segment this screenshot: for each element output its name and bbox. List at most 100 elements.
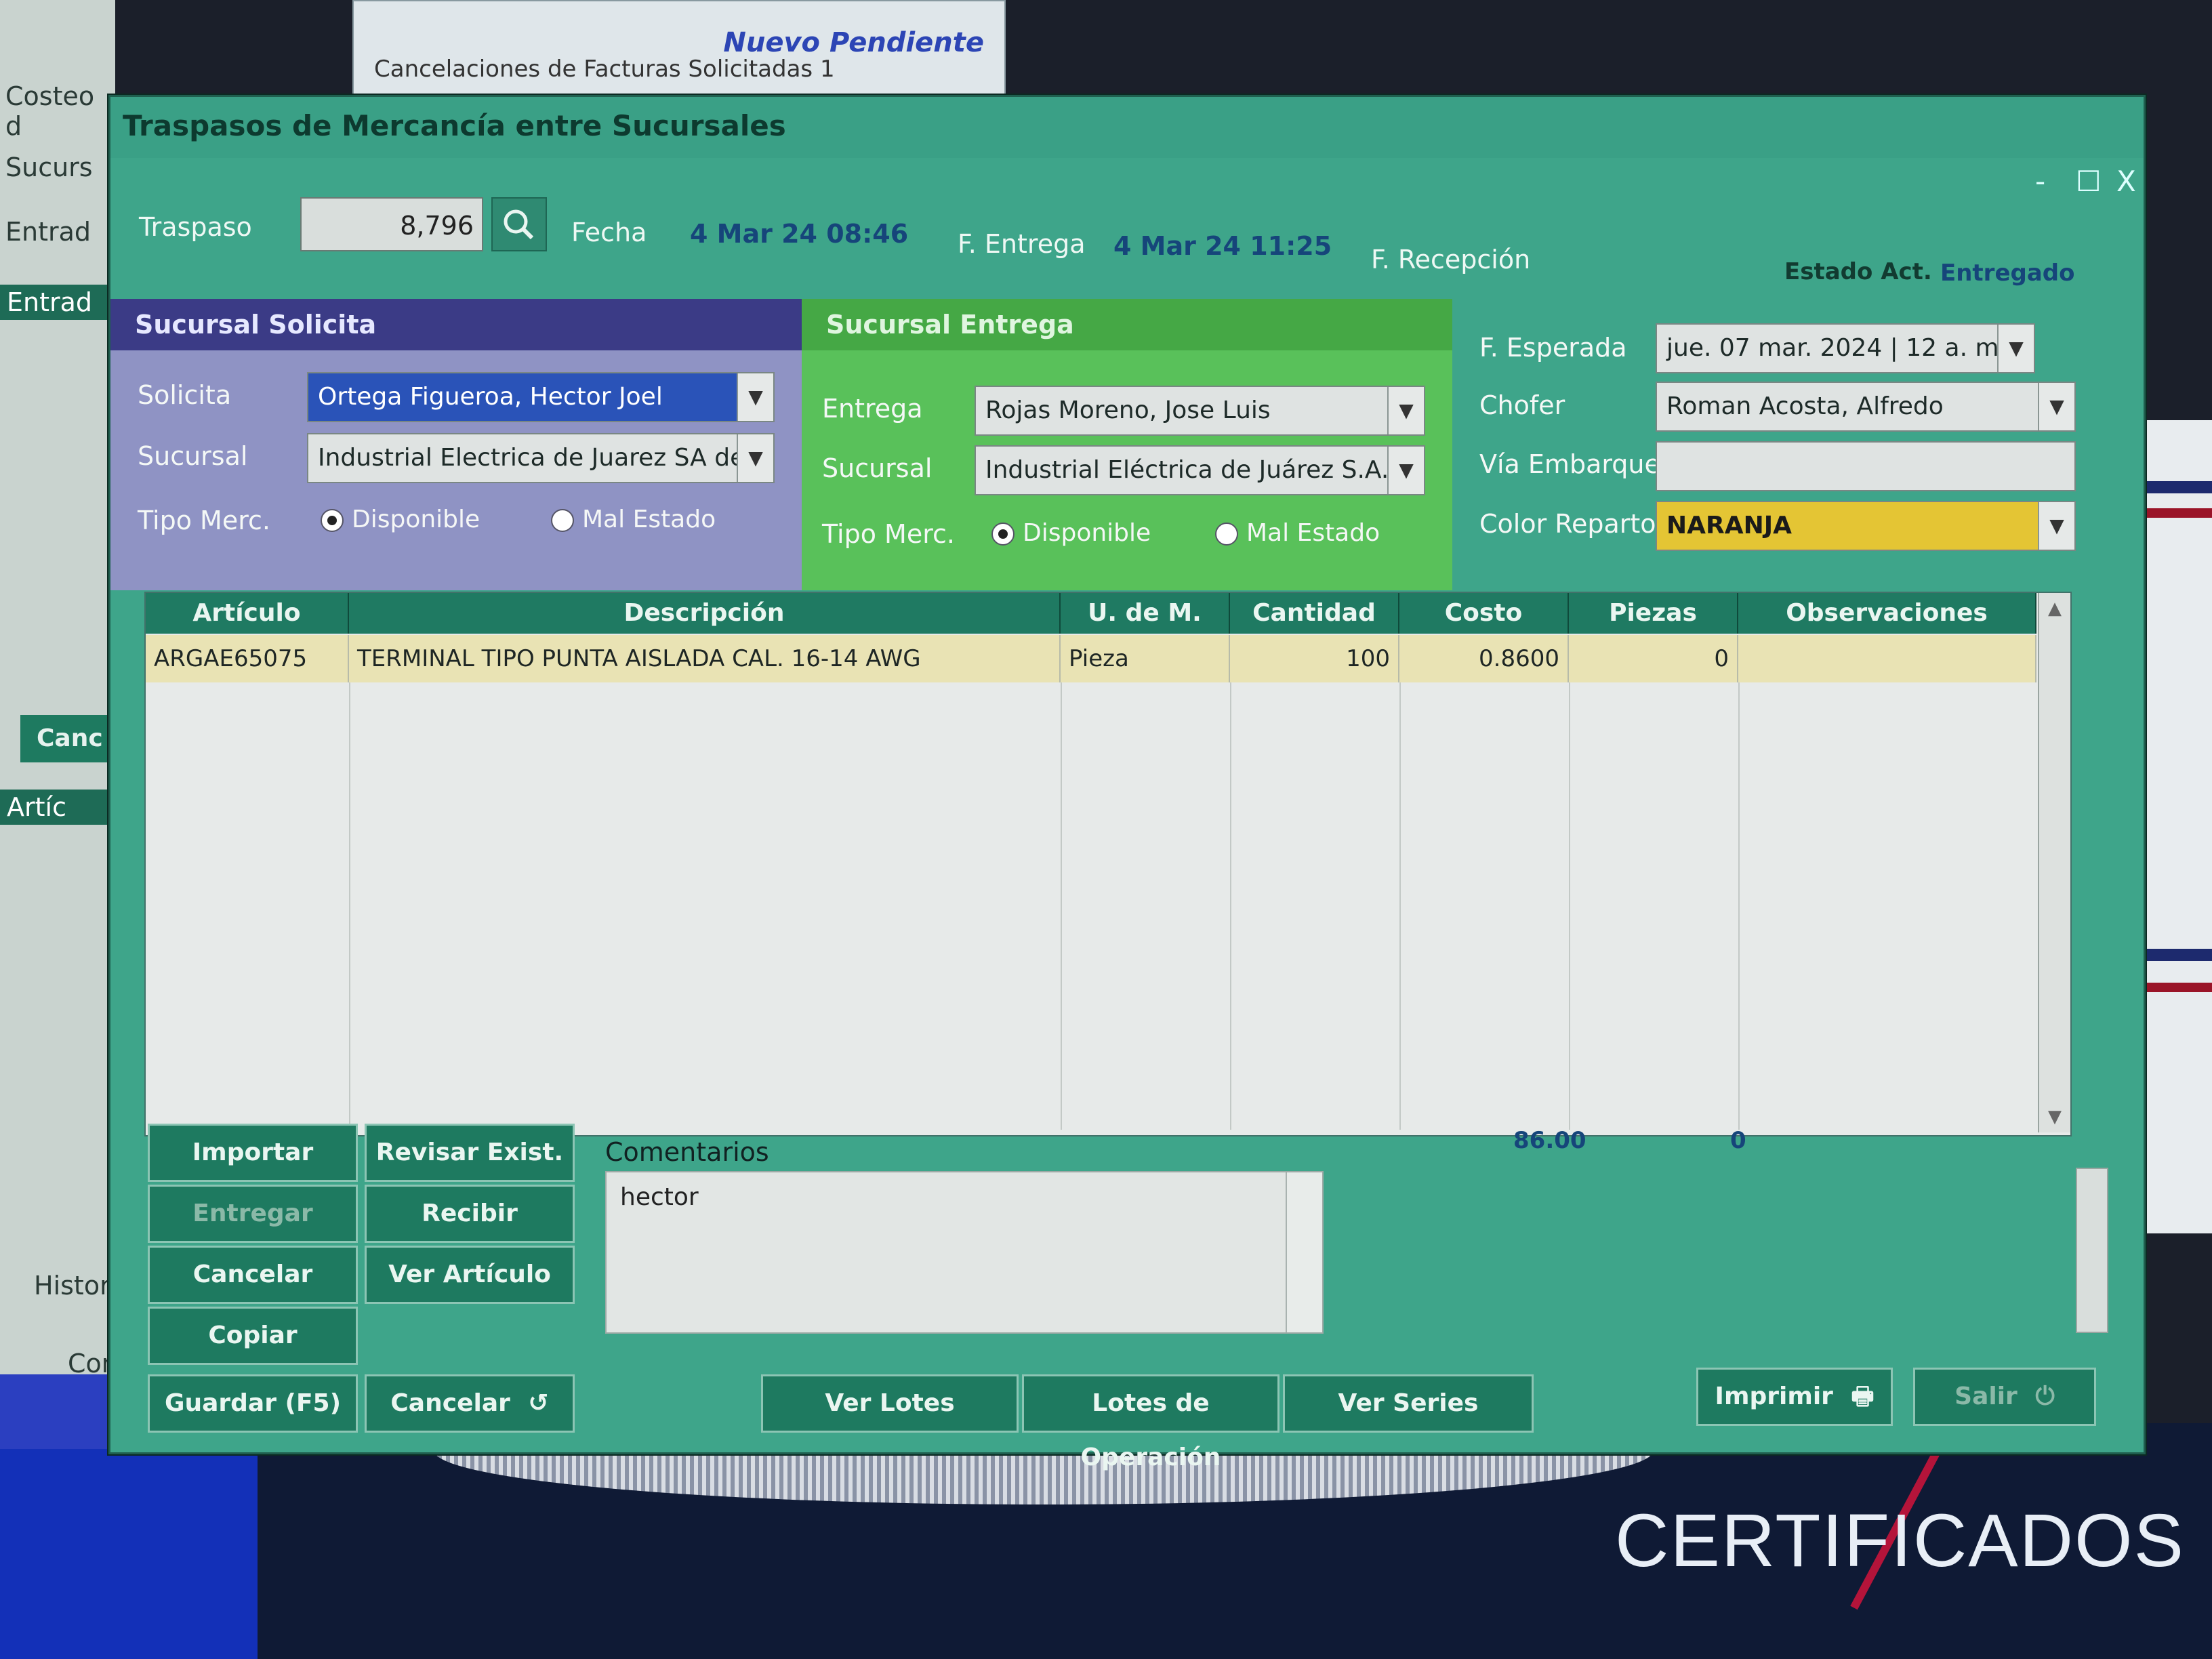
radio-selected-icon [991,523,1015,546]
scroll-up-icon[interactable]: ▲ [2039,593,2070,624]
cell-descripcion[interactable]: TERMINAL TIPO PUNTA AISLADA CAL. 16-14 A… [349,635,1061,682]
entrega-radio-mal-estado[interactable]: Mal Estado [1215,519,1380,547]
color-reparto-dropdown[interactable]: NARANJA ▼ [1656,501,2076,551]
maximize-icon[interactable]: ☐ [2076,165,2102,198]
printer-icon: 🖶 [1851,1382,1875,1410]
total-piezas: 0 [1730,1127,1746,1154]
f-esperada-datepicker[interactable]: jue. 07 mar. 2024 | 12 a. m. ▼ [1656,323,2035,373]
chevron-down-icon[interactable]: ▼ [737,434,773,482]
solicita-sucursal-value: Industrial Electrica de Juarez SA de [318,444,745,472]
col-costo[interactable]: Costo [1399,593,1569,634]
salir-label: Salir [1954,1382,2018,1410]
entrega-sucursal-label: Sucursal [822,453,933,483]
lotes-operacion-button[interactable]: Lotes de Operación [1022,1374,1279,1471]
cell-observaciones[interactable] [1738,635,2036,682]
table-row[interactable]: ARGAE65075 TERMINAL TIPO PUNTA AISLADA C… [146,635,2036,682]
copiar-button[interactable]: Copiar [148,1307,358,1365]
traspaso-number-field[interactable]: 8,796 [300,197,483,251]
fecha-value: 4 Mar 24 08:46 [690,219,909,249]
bg-fragment-articulo: Artíc [0,790,122,825]
close-icon[interactable]: X [2116,165,2136,198]
chevron-down-icon[interactable]: ▼ [2038,502,2074,550]
traspasos-window: Traspasos de Mercancía entre Sucursales … [108,95,2146,1471]
ver-articulo-button[interactable]: Ver Artículo [365,1246,575,1304]
solicita-sucursal-dropdown[interactable]: Industrial Electrica de Juarez SA de ▼ [307,433,775,483]
ver-series-button[interactable]: Ver Series [1283,1374,1534,1433]
f-esperada-label: F. Esperada [1479,333,1627,363]
grid-scrollbar[interactable]: ▲ ▼ [2038,593,2070,1132]
cell-articulo[interactable]: ARGAE65075 [146,635,349,682]
col-observaciones[interactable]: Observaciones [1738,593,2036,634]
grid-divider [1738,682,1740,1130]
solicita-dropdown[interactable]: Ortega Figueroa, Hector Joel ▼ [307,372,775,422]
chevron-down-icon[interactable]: ▼ [1997,325,2034,372]
scroll-down-icon[interactable]: ▼ [2039,1101,2070,1132]
chevron-down-icon[interactable]: ▼ [1387,387,1424,434]
cancelar-button[interactable]: Cancelar ↺ [365,1374,575,1433]
solicita-sucursal-label: Sucursal [138,441,248,471]
bg-blue-panel [0,1374,115,1449]
entrega-sucursal-value: Industrial Eléctrica de Juárez S.A. d [985,456,1412,484]
chevron-down-icon[interactable]: ▼ [1387,447,1424,494]
fecha-label: Fecha [571,218,647,247]
chevron-down-icon[interactable]: ▼ [737,373,773,421]
cancel-requests-label[interactable]: Cancelaciones de Facturas Solicitadas 1 [374,56,835,83]
revisar-existencias-button[interactable]: Revisar Exist. [365,1124,575,1182]
search-icon [504,209,534,240]
comentarios-textarea[interactable]: hector [605,1171,1324,1334]
cell-unidad[interactable]: Pieza [1061,635,1230,682]
cell-cantidad[interactable]: 100 [1230,635,1399,682]
solicita-radio-mal-estado[interactable]: Mal Estado [551,506,716,533]
grid-divider [1569,682,1570,1130]
estado-value: Entregado [1940,260,2075,287]
col-descripcion[interactable]: Descripción [349,593,1061,634]
side-scrollbar[interactable] [2076,1168,2108,1333]
entregar-button[interactable]: Entregar [148,1185,358,1243]
col-unidad[interactable]: U. de M. [1061,593,1230,634]
cancelar-traspaso-button[interactable]: Cancelar Trasp. [148,1246,358,1343]
window-titlebar[interactable]: Traspasos de Mercancía entre Sucursales [110,97,2144,158]
col-cantidad[interactable]: Cantidad [1230,593,1399,634]
guardar-button[interactable]: Guardar (F5) [148,1374,358,1433]
refresh-icon: ↺ [528,1389,549,1417]
background-desktop-bottom: CERTIFICADOS [258,1396,2212,1659]
chevron-down-icon[interactable]: ▼ [2038,383,2074,430]
chofer-label: Chofer [1479,390,1565,420]
comentarios-scrollbar[interactable] [1286,1172,1322,1332]
search-button[interactable] [491,197,547,251]
col-articulo[interactable]: Artículo [146,593,349,634]
bg-fragment-entrada-header: Entrad [0,285,122,320]
pending-label[interactable]: Nuevo Pendiente [723,27,984,58]
minimize-icon[interactable]: - [2035,165,2045,198]
ver-lotes-button[interactable]: Ver Lotes [761,1374,1019,1433]
col-piezas[interactable]: Piezas [1569,593,1738,634]
radio-label: Mal Estado [1246,519,1380,547]
bg-fragment-historial[interactable]: Histori [34,1271,117,1300]
articles-grid[interactable]: Artículo Descripción U. de M. Cantidad C… [144,592,2072,1136]
via-embarque-field[interactable] [1656,441,2076,491]
importar-button[interactable]: Importar [148,1124,358,1182]
entrega-label: Entrega [822,394,923,424]
solicita-radio-disponible[interactable]: Disponible [321,506,480,533]
certificados-banner: CERTIFICADOS [1615,1499,2185,1582]
recibir-button[interactable]: Recibir [365,1185,575,1243]
entrega-value: Rojas Moreno, Jose Luis [985,396,1271,424]
imprimir-button[interactable]: Imprimir 🖶 [1696,1368,1893,1426]
chofer-dropdown[interactable]: Roman Acosta, Alfredo ▼ [1656,382,2076,432]
cell-piezas[interactable]: 0 [1569,635,1738,682]
window-title: Traspasos de Mercancía entre Sucursales [123,109,786,142]
bg-cancel-button[interactable]: Canc [20,715,115,762]
entrega-sucursal-dropdown[interactable]: Industrial Eléctrica de Juárez S.A. d ▼ [975,445,1425,495]
salir-button[interactable]: Salir ⏻ [1913,1368,2096,1426]
sucursal-solicita-panel: Sucursal Solicita Solicita Ortega Figuer… [110,299,802,590]
color-reparto-label: Color Reparto [1479,509,1656,539]
total-costo: 86.00 [1513,1127,1586,1154]
comentarios-label: Comentarios [605,1137,769,1167]
entrega-radio-disponible[interactable]: Disponible [991,519,1151,547]
radio-unselected-icon [1215,523,1238,546]
radio-selected-icon [321,509,344,532]
entrega-dropdown[interactable]: Rojas Moreno, Jose Luis ▼ [975,386,1425,436]
cell-costo[interactable]: 0.8600 [1399,635,1569,682]
grid-header: Artículo Descripción U. de M. Cantidad C… [146,593,2036,634]
bg-fragment-sucursal: Sucurs [5,152,93,182]
